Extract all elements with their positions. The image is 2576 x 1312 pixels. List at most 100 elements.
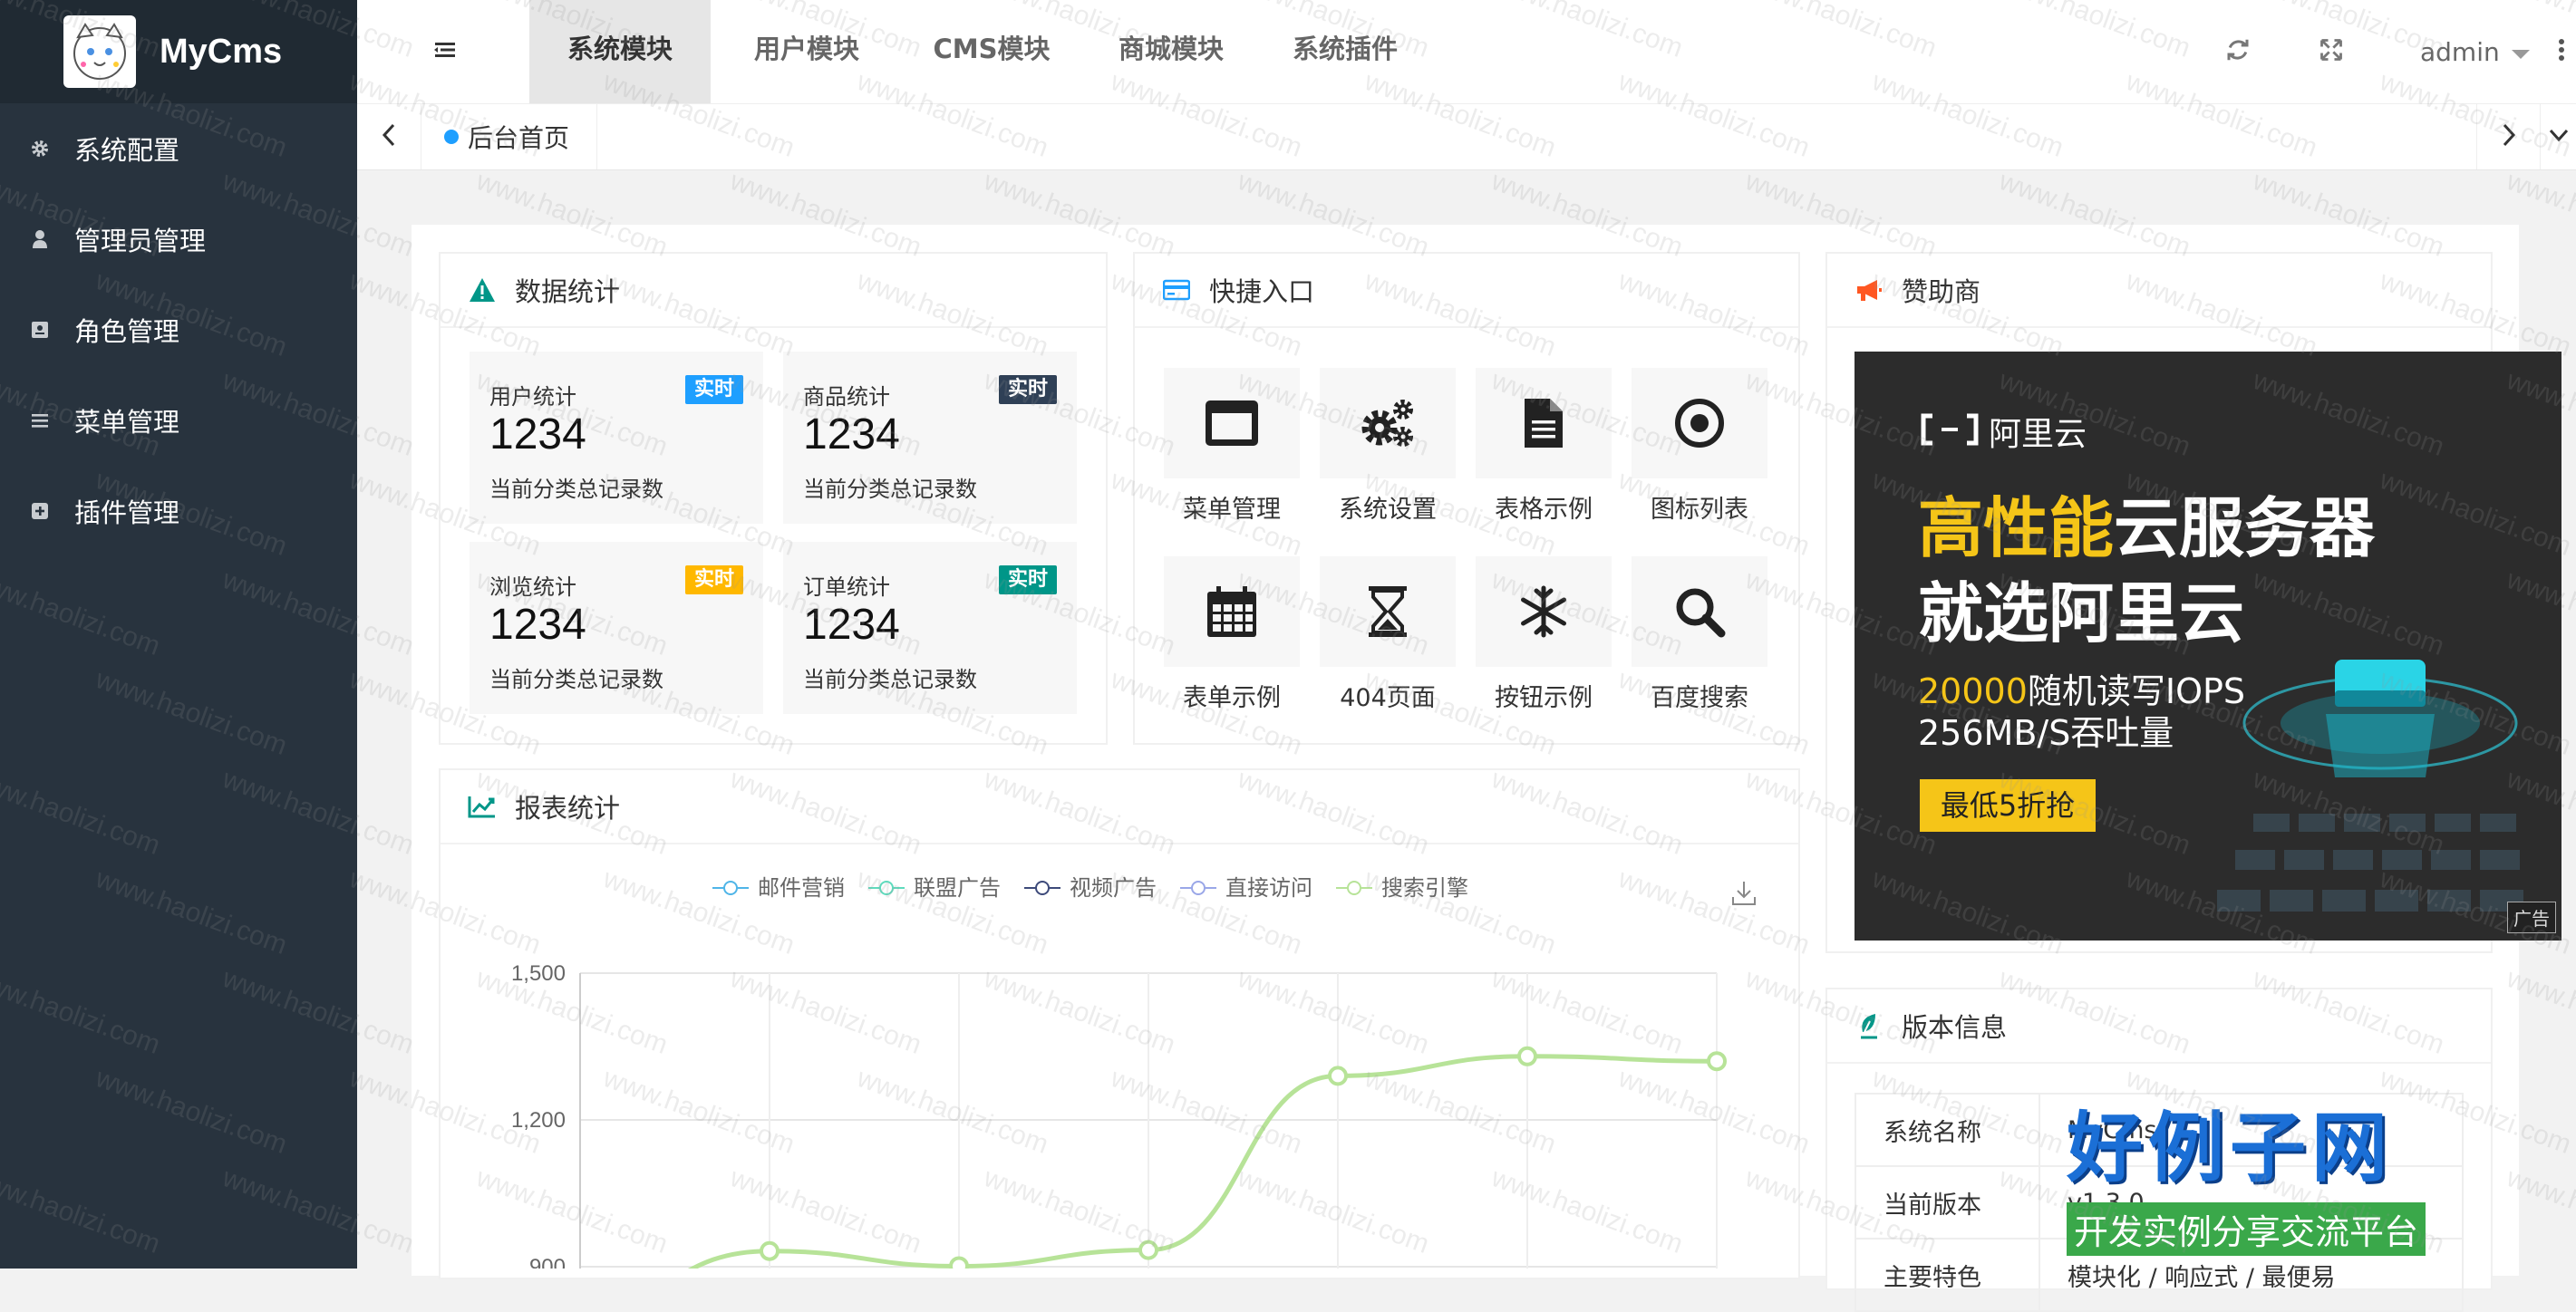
legend-item[interactable]: 直接访问: [1180, 870, 1312, 902]
ad-headline-rest: 云服务器: [2114, 490, 2376, 566]
legend-item[interactable]: 搜索引擎: [1336, 870, 1468, 902]
page-tabs-bar: 后台首页: [357, 104, 2576, 170]
logo-icon[interactable]: [63, 15, 136, 88]
aliyun-logo-icon: [1920, 412, 1980, 450]
table-cell-key: 当前版本: [1855, 1165, 2040, 1240]
credit-card-icon: [1162, 275, 1191, 304]
legend-marker-icon: [1336, 877, 1372, 895]
stats-card: 数据统计 用户统计 实时 1234 当前分类总记录数 商品统计 实时 1234 …: [439, 252, 1108, 745]
stat-card-views[interactable]: 浏览统计 实时 1234 当前分类总记录数: [470, 542, 763, 714]
quick-entry-form-example[interactable]: 表单示例: [1164, 556, 1300, 713]
legend-marker-icon: [1180, 877, 1216, 895]
status-badge: 实时: [684, 565, 743, 594]
quick-entry-label: 图标列表: [1651, 496, 1748, 524]
chart-download-button[interactable]: [1729, 879, 1758, 912]
sidebar-item-label: 系统配置: [74, 135, 180, 166]
logo-bar: MyCms: [0, 0, 357, 103]
legend-marker-icon: [868, 877, 905, 895]
tabs-dropdown-button[interactable]: [2540, 104, 2576, 169]
status-badge: 实时: [998, 565, 1057, 594]
list-icon: [27, 408, 53, 433]
sponsor-ad-banner[interactable]: 阿里云 高性能云服务器 就选阿里云 20000随机读写IOPS 256MB/S吞…: [1855, 352, 2561, 941]
legend-item[interactable]: 视频广告: [1024, 870, 1157, 902]
stat-value: 1234: [489, 601, 586, 649]
quick-entry-icon-list[interactable]: 图标列表: [1632, 368, 1767, 525]
legend-item[interactable]: 联盟广告: [868, 870, 1001, 902]
stat-card-users[interactable]: 用户统计 实时 1234 当前分类总记录数: [470, 352, 763, 524]
report-line-chart: 1,500 1,200 900: [511, 961, 1727, 1269]
card-title: 报表统计: [515, 793, 621, 824]
plus-square-icon: [27, 498, 53, 524]
ad-headline: 高性能云服务器: [1918, 475, 2375, 570]
tab-shop-module[interactable]: 商城模块: [1080, 0, 1262, 103]
menu-toggle-icon[interactable]: [430, 36, 460, 67]
line-chart-icon: [468, 792, 497, 821]
quick-entry-system-settings[interactable]: 系统设置: [1320, 368, 1456, 525]
quick-entry-label: 系统设置: [1339, 496, 1437, 524]
stat-value: 1234: [803, 601, 900, 649]
stat-card-products[interactable]: 商品统计 实时 1234 当前分类总记录数: [783, 352, 1077, 524]
sidebar-item-system-config[interactable]: 系统配置: [0, 103, 357, 194]
quick-entry-button-example[interactable]: 按钮示例: [1476, 556, 1612, 713]
tab-user-module[interactable]: 用户模块: [716, 0, 897, 103]
tab-system-module[interactable]: 系统模块: [529, 0, 711, 103]
fullscreen-button[interactable]: [2319, 0, 2344, 103]
caret-down-icon: [2511, 37, 2531, 67]
tab-system-plugin[interactable]: 系统插件: [1254, 0, 1436, 103]
quick-entry-label: 404页面: [1340, 684, 1436, 712]
user-menu[interactable]: admin: [2420, 0, 2531, 103]
window-icon: [1164, 368, 1300, 478]
series-point[interactable]: [1517, 1046, 1537, 1066]
quick-entry-label: 表单示例: [1183, 684, 1281, 712]
legend-item[interactable]: 邮件营销: [712, 870, 845, 902]
gears-icon: [1320, 368, 1456, 478]
more-button[interactable]: [2558, 0, 2565, 103]
tab-cms-module[interactable]: CMS模块: [901, 0, 1082, 103]
stat-value: 1234: [489, 410, 586, 458]
sidebar-item-label: 菜单管理: [74, 407, 180, 438]
tabs-prev-button[interactable]: [357, 104, 421, 169]
quick-entry-menu-manage[interactable]: 菜单管理: [1164, 368, 1300, 525]
series-point[interactable]: [1328, 1066, 1348, 1086]
status-badge: 实时: [998, 375, 1057, 404]
calendar-icon: [1164, 556, 1300, 667]
sidebar-item-role-manage[interactable]: 角色管理: [0, 285, 357, 375]
ad-headline-highlight: 高性能: [1918, 490, 2115, 566]
quick-entry-table-example[interactable]: 表格示例: [1476, 368, 1612, 525]
quick-card-header: 快捷入口: [1135, 254, 1798, 328]
sidebar: MyCms 系统配置 管理员管理 角色管理 菜单管理 插件管理: [0, 0, 357, 1269]
ad-cta-button[interactable]: 最低5折抢: [1920, 779, 2096, 832]
tabs-next-button[interactable]: [2476, 104, 2541, 169]
warning-icon: [468, 275, 497, 304]
refresh-icon: [2224, 36, 2252, 67]
sponsor-card-header: 赞助商: [1827, 254, 2491, 328]
stat-label: 浏览统计: [489, 574, 576, 600]
card-title: 快捷入口: [1209, 276, 1315, 307]
report-card-header: 报表统计: [441, 770, 1798, 844]
quick-entry-404-page[interactable]: 404页面: [1320, 556, 1456, 713]
dot-circle-icon: [1632, 368, 1767, 478]
series-point[interactable]: [1138, 1240, 1158, 1260]
app-name[interactable]: MyCms: [160, 33, 282, 72]
sidebar-item-menu-manage[interactable]: 菜单管理: [0, 375, 357, 466]
series-point[interactable]: [760, 1240, 780, 1261]
stat-label: 用户统计: [489, 384, 576, 410]
watermark-logo-sub: 开发实例分享交流平台: [2067, 1202, 2426, 1256]
stat-card-orders[interactable]: 订单统计 实时 1234 当前分类总记录数: [783, 542, 1077, 714]
user-name: admin: [2420, 36, 2500, 67]
y-tick-label: 1,200: [511, 1108, 566, 1133]
page-tab-home[interactable]: 后台首页: [421, 104, 598, 169]
chevron-left-icon: [381, 123, 397, 150]
refresh-button[interactable]: [2224, 0, 2252, 103]
sidebar-item-label: 角色管理: [74, 316, 180, 347]
sidebar-item-plugin-manage[interactable]: 插件管理: [0, 466, 357, 556]
watermark-logo-title: 好例子网: [2067, 1104, 2394, 1192]
sidebar-item-admin-manage[interactable]: 管理员管理: [0, 194, 357, 285]
stat-label: 商品统计: [803, 384, 890, 410]
legend-label: 搜索引擎: [1381, 875, 1468, 901]
bullhorn-icon: [1855, 275, 1884, 304]
card-title: 版本信息: [1902, 1012, 2008, 1043]
quick-entry-baidu-search[interactable]: 百度搜索: [1632, 556, 1767, 713]
series-point[interactable]: [949, 1256, 969, 1269]
series-point[interactable]: [1707, 1051, 1727, 1072]
